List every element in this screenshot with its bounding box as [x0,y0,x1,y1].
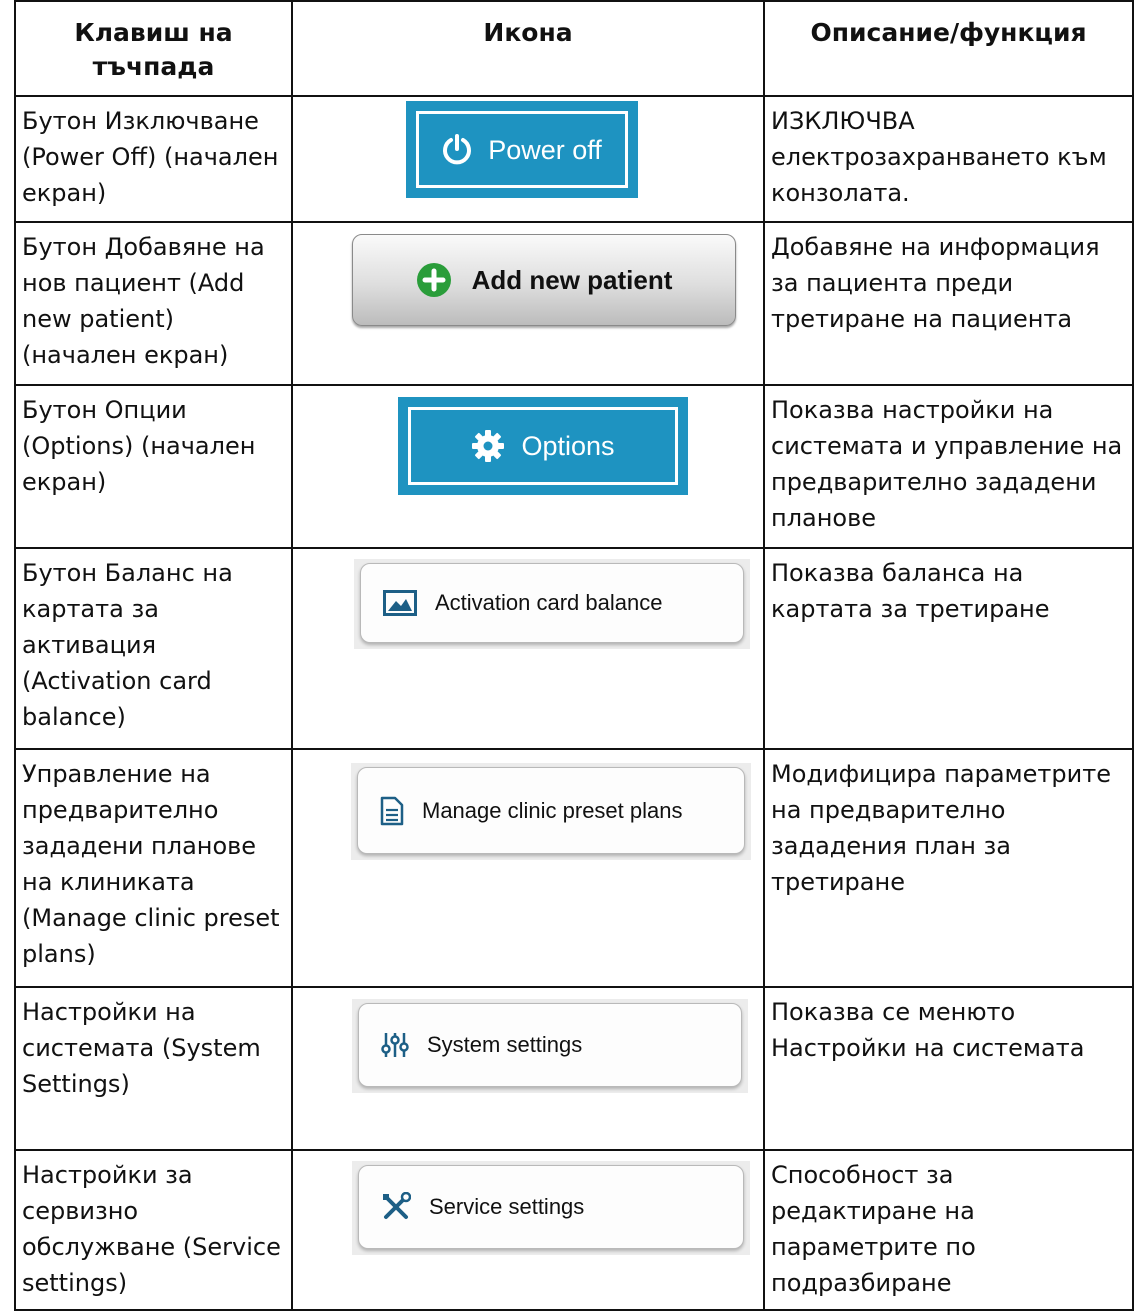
header-icon: Икона [291,0,765,97]
key-name: Бутон Изключване (Power Off) (начален ек… [14,95,293,223]
card-image-icon [383,590,417,616]
table-row: Настройки за сервизно обслужване (Servic… [14,1149,1134,1311]
key-name: Настройки на системата (System Settings) [14,986,293,1151]
description: Показва настройки на системата и управле… [763,384,1134,549]
activation-card-balance-button-image: Activation card balance [354,559,750,649]
table-row: Бутон Опции (Options) (начален екран) Op… [14,384,1134,549]
power-off-button-image: Power off [406,101,638,198]
gear-icon [471,429,505,463]
icon-cell: Add new patient [291,221,765,386]
key-name: Бутон Добавяне на нов пациент (Add new p… [14,221,293,386]
options-button-image: Options [398,397,688,495]
manage-clinic-preset-plans-button-image: Manage clinic preset plans [351,763,751,860]
service-settings-label: Service settings [429,1194,585,1219]
key-name: Бутон Баланс на картата за активация (Ac… [14,547,293,750]
description: Показва баланса на картата за третиране [763,547,1134,750]
table-header-row: Клавиш на тъчпада Икона Описание/функция [14,0,1134,97]
options-label: Options [521,431,615,461]
service-settings-button-image: Service settings [352,1161,750,1255]
description: Модифицира параметрите на предварително … [763,748,1134,988]
tools-icon [381,1192,411,1222]
system-settings-label: System settings [427,1032,583,1057]
table-row: Управление на предварително зададени пла… [14,748,1134,988]
plus-circle-icon [416,262,452,298]
table-row: Настройки на системата (System Settings) [14,986,1134,1151]
key-name: Управление на предварително зададени пла… [14,748,293,988]
description: Показва се менюто Настройки на системата [763,986,1134,1151]
description: Добавяне на информация за пациента преди… [763,221,1134,386]
manage-clinic-preset-plans-label: Manage clinic preset plans [422,797,683,823]
table-row: Бутон Баланс на картата за активация (Ac… [14,547,1134,750]
activation-card-balance-label: Activation card balance [435,590,663,615]
add-new-patient-button-image: Add new patient [352,234,736,326]
power-icon [442,133,472,166]
icon-cell: Power off [291,95,765,223]
description: Способност за редактиране на параметрите… [763,1149,1134,1311]
table-row: Бутон Изключване (Power Off) (начален ек… [14,95,1134,223]
description: ИЗКЛЮЧВА електрозахранването към конзола… [763,95,1134,223]
icon-cell: Options [291,384,765,549]
touchpad-keys-table: Клавиш на тъчпада Икона Описание/функция… [14,0,1134,1311]
key-name: Настройки за сервизно обслужване (Servic… [14,1149,293,1311]
header-touchpad-key: Клавиш на тъчпада [14,0,293,97]
add-new-patient-label: Add new patient [471,265,673,295]
icon-cell: Service settings [291,1149,765,1311]
key-name: Бутон Опции (Options) (начален екран) [14,384,293,549]
icon-cell: System settings [291,986,765,1151]
header-description: Описание/функция [763,0,1134,97]
sliders-icon [381,1032,409,1058]
power-off-label: Power off [488,134,602,165]
system-settings-button-image: System settings [352,999,748,1093]
icon-cell: Activation card balance [291,547,765,750]
table-row: Бутон Добавяне на нов пациент (Add new p… [14,221,1134,386]
document-icon [380,796,404,826]
icon-cell: Manage clinic preset plans [291,748,765,988]
